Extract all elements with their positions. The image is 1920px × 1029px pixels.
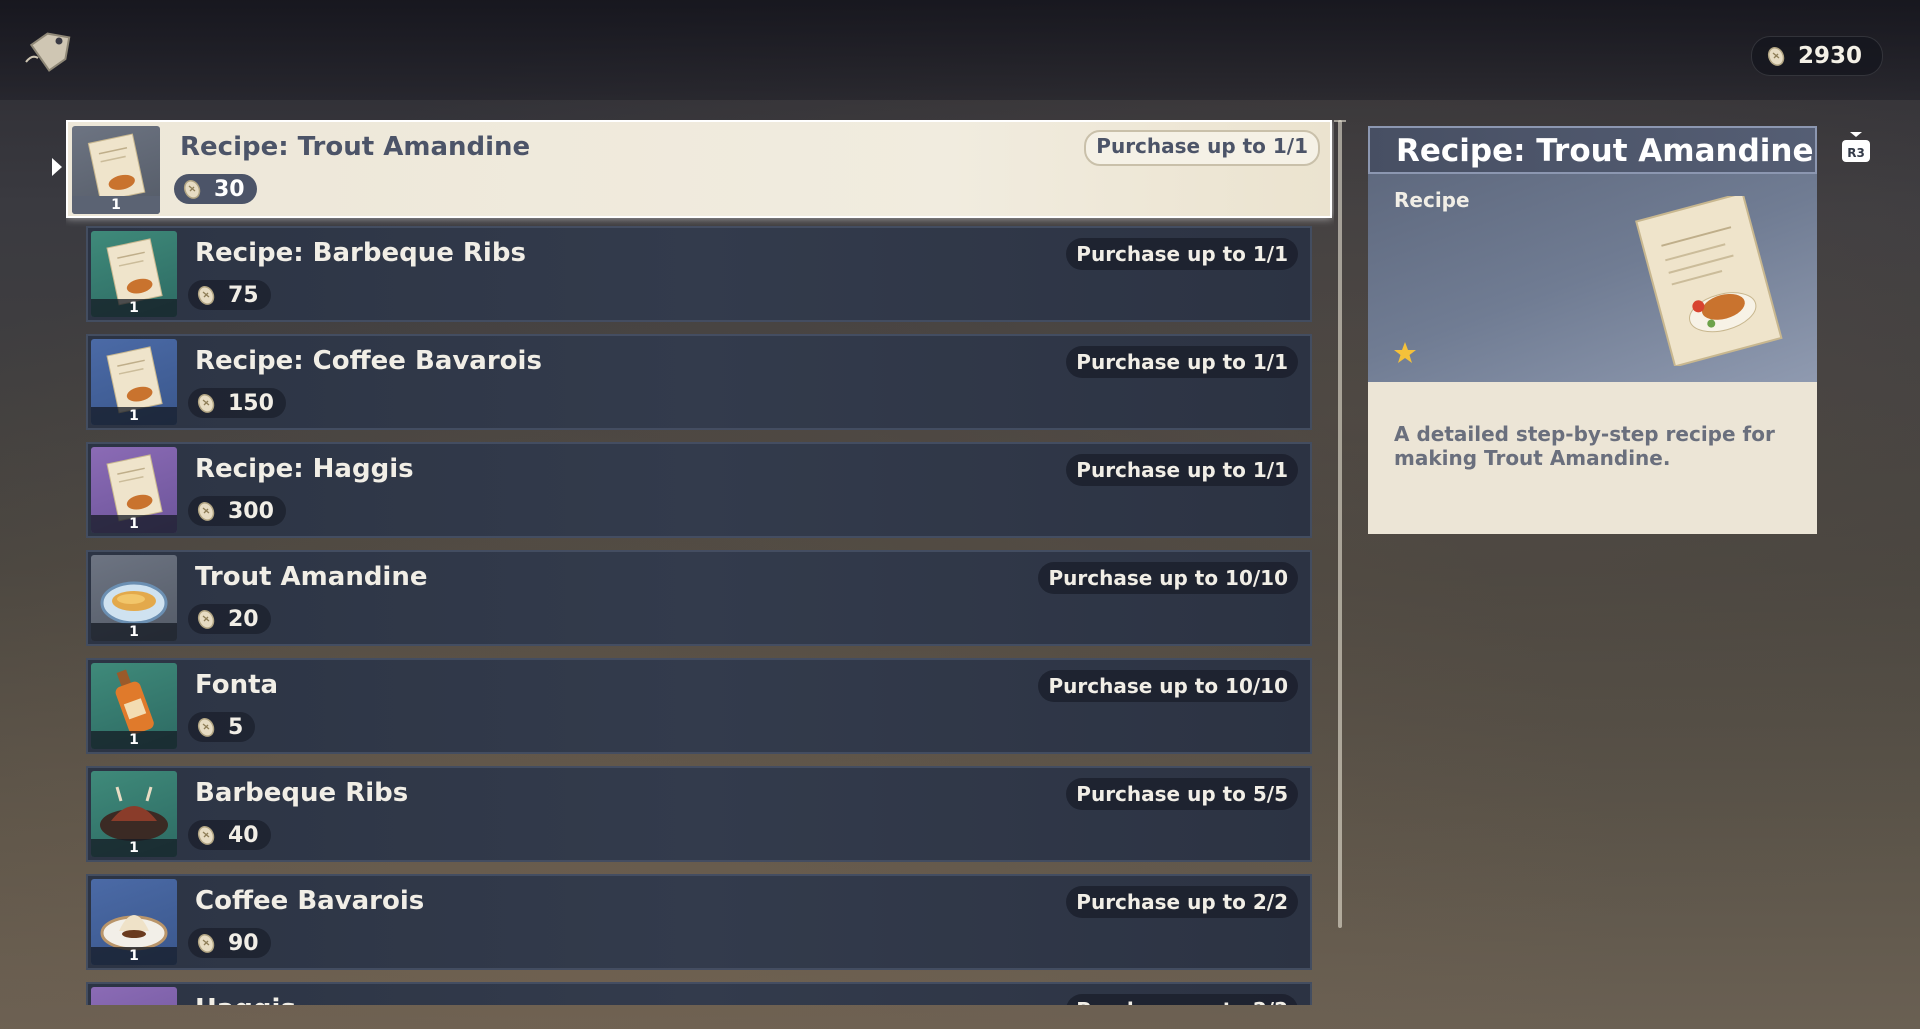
item-price: 75 [188, 280, 271, 310]
item-thumbnail: 1 [91, 339, 177, 425]
mora-coin-icon [197, 609, 215, 629]
scrollbar[interactable] [1338, 120, 1342, 928]
item-thumbnail: 1 [91, 447, 177, 533]
item-price-value: 5 [228, 714, 244, 740]
r3-button-icon[interactable]: R3 [1838, 130, 1874, 166]
item-quantity: 1 [91, 515, 177, 533]
detail-title: Recipe: Trout Amandine [1396, 133, 1814, 169]
selection-arrow-icon [52, 158, 62, 176]
item-name: Recipe: Coffee Bavarois [195, 346, 542, 376]
detail-item-type: Recipe [1394, 188, 1470, 212]
shop-item-row[interactable]: 1 Recipe: Trout Amandine 30 Purchase up to … [66, 120, 1332, 218]
item-price: 40 [188, 820, 271, 850]
mora-coin-icon [197, 717, 215, 737]
item-price-value: 30 [214, 176, 245, 202]
price-tag-icon [25, 32, 71, 72]
mora-coin-icon [1767, 46, 1785, 66]
item-price: 90 [188, 928, 271, 958]
item-price-value: 150 [228, 390, 274, 416]
item-thumbnail: 1 [91, 231, 177, 317]
item-quantity: 1 [72, 196, 160, 214]
purchase-limit-badge: Purchase up to 1/1 [1066, 238, 1298, 270]
purchase-limit-badge: Purchase up to 10/10 [1038, 670, 1298, 702]
shop-item-row[interactable]: Haggis Purchase up to 2/2 [86, 982, 1312, 1005]
shop-item-row[interactable]: 1 Recipe: Barbeque Ribs 75 Purchase up to 1… [86, 226, 1312, 322]
item-quantity: 1 [91, 731, 177, 749]
purchase-limit-badge: Purchase up to 1/1 [1066, 346, 1298, 378]
mora-coin-icon [197, 285, 215, 305]
purchase-limit-badge: Purchase up to 5/5 [1066, 778, 1298, 810]
currency-counter: 2930 [1750, 36, 1883, 76]
item-price: 300 [188, 496, 286, 526]
detail-description: A detailed step-by-step recipe for makin… [1394, 422, 1775, 470]
item-thumbnail: 1 [91, 879, 177, 965]
item-thumbnail: 1 [91, 663, 177, 749]
item-quantity: 1 [91, 839, 177, 857]
item-name: Recipe: Haggis [195, 454, 414, 484]
item-price: 20 [188, 604, 271, 634]
purchase-limit-badge: Purchase up to 10/10 [1038, 562, 1298, 594]
detail-title-bar: Recipe: Trout Amandine [1368, 126, 1817, 174]
item-price-value: 90 [228, 930, 259, 956]
svg-text:R3: R3 [1847, 146, 1865, 160]
mora-coin-icon [197, 501, 215, 521]
shop-item-row[interactable]: 1 Recipe: Haggis 300 Purchase up to 1/1 [86, 442, 1312, 538]
detail-header: Recipe: Trout Amandine Recipe [1368, 126, 1817, 382]
purchase-limit-badge: Purchase up to 2/2 [1066, 994, 1298, 1005]
item-name: Recipe: Barbeque Ribs [195, 238, 526, 268]
item-price: 30 [174, 174, 257, 204]
haggis-dish-icon [91, 987, 177, 1005]
purchase-limit-badge: Purchase up to 1/1 [1084, 130, 1320, 166]
mora-coin-icon [197, 393, 215, 413]
item-quantity: 1 [91, 407, 177, 425]
item-price: 5 [188, 712, 256, 742]
item-name: Coffee Bavarois [195, 886, 425, 916]
item-detail-panel: Recipe: Trout Amandine Recipe A detailed… [1368, 126, 1817, 534]
shop-item-row[interactable]: 1 Fonta 5 Purchase up to 10/10 [86, 658, 1312, 754]
shop-item-row[interactable]: 1 Recipe: Coffee Bavarois 150 Purchase up t… [86, 334, 1312, 430]
shop-item-row[interactable]: 1 Coffee Bavarois 90 Purchase up to 2/2 [86, 874, 1312, 970]
item-name: Barbeque Ribs [195, 778, 409, 808]
item-thumbnail: 1 [91, 555, 177, 641]
recipe-scroll-illustration [1635, 196, 1783, 366]
shop-item-row[interactable]: 1 Trout Amandine 20 Purchase up to 10/10 [86, 550, 1312, 646]
item-thumbnail: 1 [91, 771, 177, 857]
item-name: Recipe: Trout Amandine [180, 132, 531, 162]
mora-coin-icon [197, 825, 215, 845]
shop-item-list[interactable]: 1 Recipe: Trout Amandine 30 Purchase up to … [66, 120, 1334, 1005]
currency-amount: 2930 [1797, 43, 1862, 69]
item-thumbnail [91, 987, 177, 1005]
item-quantity: 1 [91, 299, 177, 317]
item-thumbnail: 1 [72, 126, 160, 214]
item-price-value: 20 [228, 606, 259, 632]
item-price-value: 40 [228, 822, 259, 848]
rarity-star-icon [1394, 342, 1416, 363]
top-bar [0, 0, 1920, 100]
item-price-value: 75 [228, 282, 259, 308]
detail-description-area: A detailed step-by-step recipe for makin… [1368, 382, 1817, 534]
item-price-value: 300 [228, 498, 274, 524]
item-name: Haggis [195, 994, 296, 1005]
mora-coin-icon [197, 933, 215, 953]
item-quantity: 1 [91, 623, 177, 641]
item-name: Fonta [195, 670, 279, 700]
shop-item-row[interactable]: 1 Barbeque Ribs 40 Purchase up to 5/5 [86, 766, 1312, 862]
mora-coin-icon [183, 179, 201, 199]
purchase-limit-badge: Purchase up to 2/2 [1066, 886, 1298, 918]
item-name: Trout Amandine [195, 562, 428, 592]
item-quantity: 1 [91, 947, 177, 965]
item-price: 150 [188, 388, 286, 418]
purchase-limit-badge: Purchase up to 1/1 [1066, 454, 1298, 486]
